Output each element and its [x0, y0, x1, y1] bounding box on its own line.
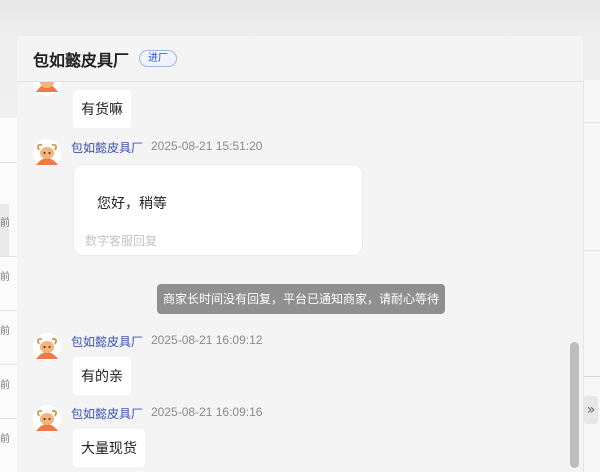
message-time: 2025-08-21 16:09:16 [151, 405, 263, 419]
cow-mascot-icon [36, 337, 58, 359]
list-item-time: 前 [0, 272, 10, 283]
chat-header: 包如懿皮具厂 进厂 [17, 36, 583, 82]
shop-name[interactable]: 包如懿皮具厂 [33, 47, 129, 71]
scrollbar[interactable] [570, 342, 579, 468]
sender-name: 包如懿皮具厂 [71, 407, 144, 421]
divider [584, 250, 600, 251]
background-right-panel: » [583, 80, 600, 472]
message-bubble: 有的亲 [73, 357, 131, 395]
list-item-time: 前 [0, 218, 10, 229]
double-chevron-right-icon[interactable]: » [584, 396, 598, 424]
message-time: 2025-08-21 15:51:20 [151, 139, 263, 153]
chat-panel: 有货嘛 包如懿皮具厂 2025-08-21 15:51:20 您好，稍等 数字客… [17, 36, 583, 472]
list-divider [0, 256, 18, 257]
cow-mascot-icon [36, 409, 58, 431]
cow-mascot-icon [36, 143, 58, 165]
list-item-time: 前 [0, 434, 10, 445]
list-divider [0, 418, 18, 419]
divider [584, 122, 600, 123]
list-item-time: 前 [0, 326, 10, 337]
avatar [33, 405, 61, 433]
background-left-list: 前 前 前 前 前 [0, 118, 18, 472]
system-notice: 商家长时间没有回复，平台已通知商家，请耐心等待 [157, 284, 446, 314]
card-text: 您好，稍等 [97, 195, 167, 211]
list-divider [0, 162, 18, 163]
list-item-time: 前 [0, 380, 10, 391]
avatar [33, 139, 61, 167]
avatar [33, 333, 61, 361]
sender-name: 包如懿皮具厂 [71, 141, 144, 155]
message-bubble: 大量现货 [73, 429, 145, 467]
list-item-active[interactable] [0, 204, 9, 256]
message-list[interactable]: 有货嘛 包如懿皮具厂 2025-08-21 15:51:20 您好，稍等 数字客… [17, 36, 583, 472]
list-divider [0, 310, 18, 311]
list-divider [0, 364, 18, 365]
enter-shop-badge[interactable]: 进厂 [139, 50, 178, 67]
sender-name: 包如懿皮具厂 [71, 335, 144, 349]
card-note: 数字客服回复 [85, 234, 158, 248]
message-bubble: 有货嘛 [73, 90, 131, 128]
message-time: 2025-08-21 16:09:12 [151, 333, 263, 347]
message-card: 您好，稍等 数字客服回复 [73, 164, 363, 256]
divider [584, 376, 600, 377]
